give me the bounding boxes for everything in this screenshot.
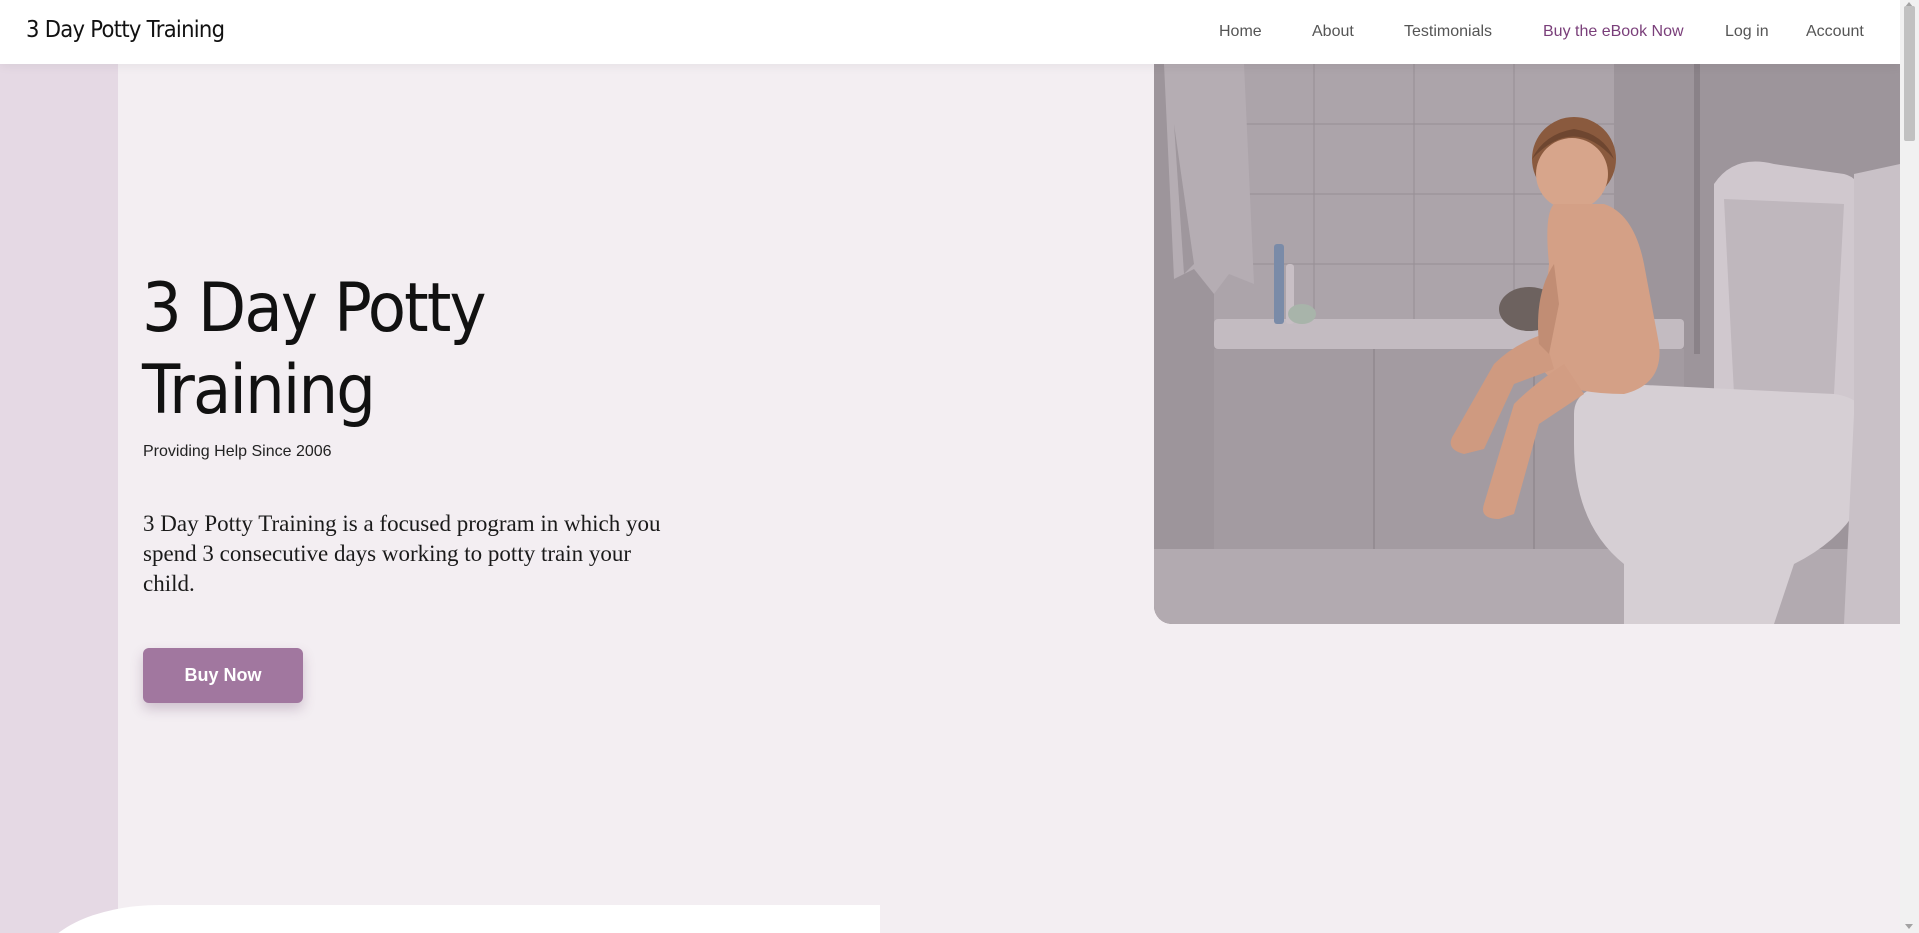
hero-subtitle: Providing Help Since 2006 [143,443,332,460]
buy-now-button[interactable]: Buy Now [143,648,303,703]
bottom-card [40,905,880,933]
hero-image [1154,64,1900,624]
scroll-thumb[interactable] [1904,6,1915,141]
side-strip [0,64,118,933]
hero-description: 3 Day Potty Training is a focused progra… [143,511,661,596]
site-logo[interactable]: 3 Day Potty Training [26,17,225,43]
nav-buy-ebook[interactable]: Buy the eBook Now [1543,23,1684,41]
nav-account[interactable]: Account [1806,23,1864,41]
nav-home[interactable]: Home [1219,23,1262,41]
scroll-down-icon[interactable] [1905,924,1913,929]
nav-testimonials[interactable]: Testimonials [1404,23,1492,41]
nav-login[interactable]: Log in [1725,23,1769,41]
site-header: 3 Day Potty Training Home About Testimon… [0,0,1900,64]
hero-title: 3 Day Potty Training [142,269,487,430]
page-scrollbar[interactable] [1900,0,1919,933]
nav-about[interactable]: About [1312,23,1354,41]
